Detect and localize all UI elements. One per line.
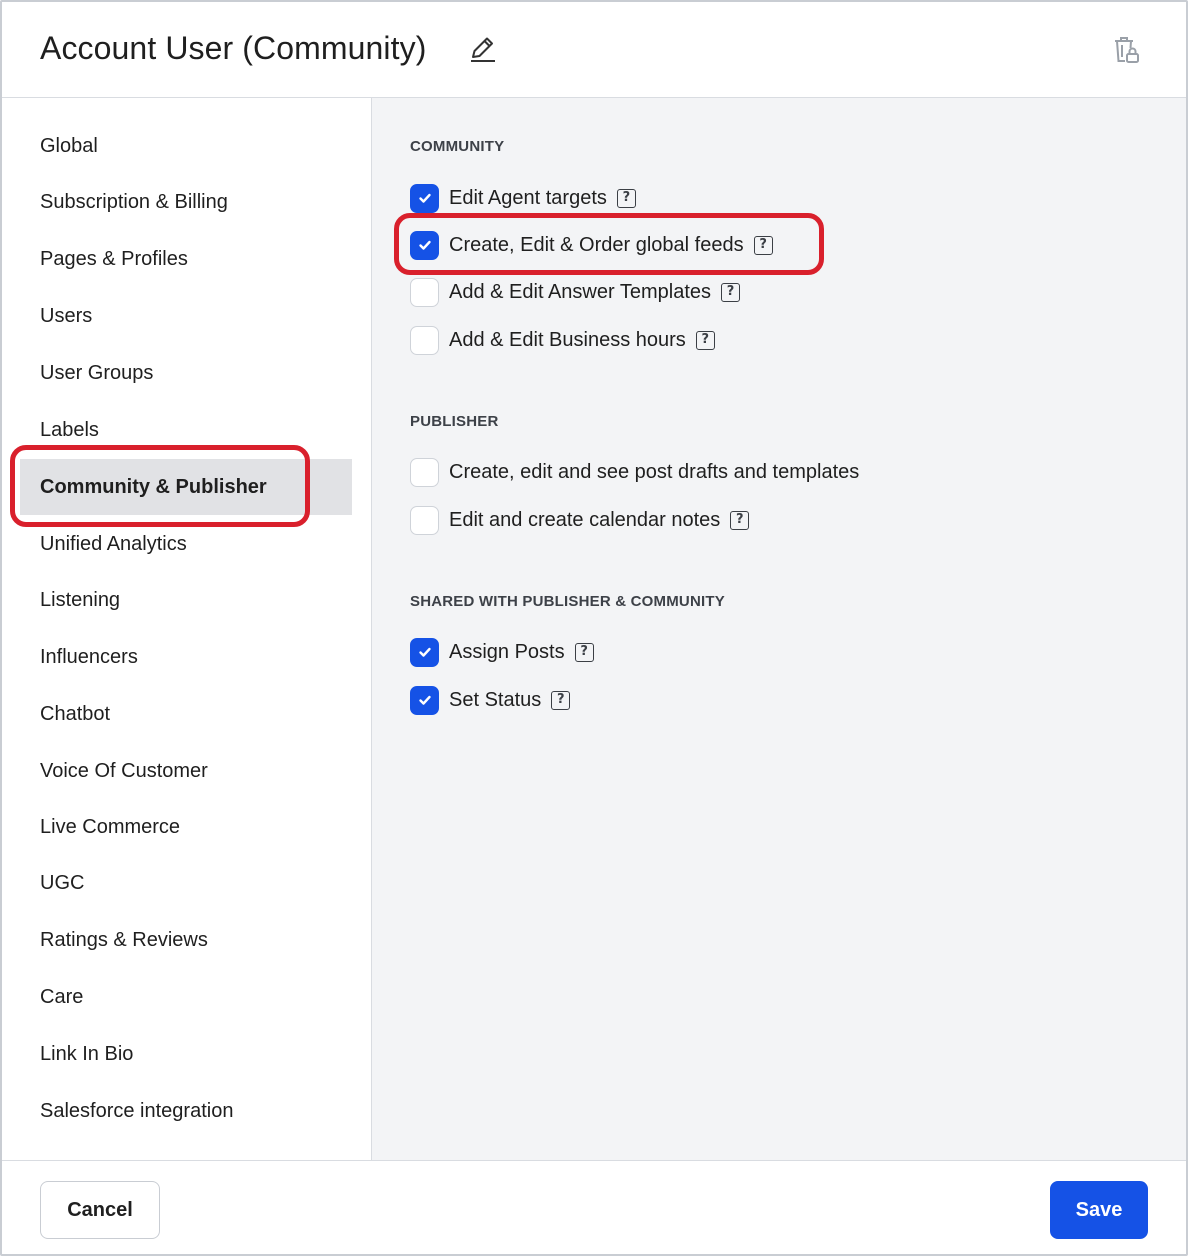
sidebar-item-users[interactable]: Users [20,288,352,344]
permission-label: Create, Edit & Order global feeds [449,233,744,256]
sidebar-item-voice-of-customer[interactable]: Voice Of Customer [20,743,352,799]
checkbox-checked[interactable] [410,685,439,715]
checkbox-unchecked[interactable] [410,325,439,355]
section-title-shared: SHARED WITH PUBLISHER & COMMUNITY [410,593,725,610]
help-icon[interactable]: ? [574,642,594,662]
help-icon[interactable]: ? [616,188,636,208]
sidebar-item-listening[interactable]: Listening [20,572,352,628]
sidebar-item-unified-analytics[interactable]: Unified Analytics [20,516,352,572]
sidebar-item-ratings-reviews[interactable]: Ratings & Reviews [20,912,352,968]
sidebar-item-salesforce-integration[interactable]: Salesforce integration [20,1083,352,1139]
permission-label: Edit Agent targets [449,186,607,209]
checkmark-icon [418,193,431,203]
sidebar-item-user-groups[interactable]: User Groups [20,345,352,401]
permission-label: Create, edit and see post drafts and tem… [449,460,860,483]
checkbox-unchecked[interactable] [410,505,439,535]
permission-label: Assign Posts [449,640,565,663]
permission-assign-posts[interactable]: Assign Posts ? [410,636,594,668]
sidebar-item-pages-profiles[interactable]: Pages & Profiles [20,231,352,287]
sidebar-item-link-in-bio[interactable]: Link In Bio [20,1026,352,1082]
sidebar-item-care[interactable]: Care [20,969,352,1025]
permission-add-edit-answer-templates[interactable]: Add & Edit Answer Templates ? [410,276,740,308]
sidebar-item-live-commerce[interactable]: Live Commerce [20,799,352,855]
pencil-icon[interactable] [468,34,498,64]
help-icon[interactable]: ? [753,235,773,255]
save-button[interactable]: Save [1050,1181,1148,1239]
section-title-publisher: PUBLISHER [410,413,499,430]
help-icon[interactable]: ? [730,510,750,530]
help-icon[interactable]: ? [551,690,571,710]
dialog-footer: Cancel Save [2,1160,1186,1254]
sidebar-item-global[interactable]: Global [20,118,352,174]
permissions-panel: COMMUNITY Edit Agent targets ? Create, E… [372,98,1186,1160]
account-user-dialog: Account User (Community) Global Subscrip… [0,0,1188,1256]
permission-label: Add & Edit Business hours [449,328,686,351]
checkmark-icon [418,240,431,250]
checkbox-unchecked[interactable] [410,277,439,307]
permission-create-edit-order-global-feeds[interactable]: Create, Edit & Order global feeds ? [410,229,773,261]
sidebar-item-labels[interactable]: Labels [20,402,352,458]
help-icon[interactable]: ? [721,282,740,302]
sidebar-item-influencers[interactable]: Influencers [20,629,352,685]
permission-set-status[interactable]: Set Status ? [410,684,571,716]
sidebar-item-chatbot[interactable]: Chatbot [20,686,352,742]
checkbox-unchecked[interactable] [410,457,439,487]
checkmark-icon [418,647,431,657]
permission-edit-agent-targets[interactable]: Edit Agent targets ? [410,182,636,214]
permission-add-edit-business-hours[interactable]: Add & Edit Business hours ? [410,324,715,356]
sidebar-item-community-publisher[interactable]: Community & Publisher [20,459,352,515]
checkbox-checked[interactable] [410,183,439,213]
section-title-community: COMMUNITY [410,138,505,155]
trash-lock-icon[interactable] [1110,34,1142,66]
checkbox-checked[interactable] [410,637,439,667]
sidebar-item-ugc[interactable]: UGC [20,855,352,911]
checkbox-checked[interactable] [410,230,439,260]
permission-calendar-notes[interactable]: Edit and create calendar notes ? [410,504,750,536]
sidebar-item-subscription-billing[interactable]: Subscription & Billing [20,174,352,230]
dialog-header: Account User (Community) [2,2,1186,98]
permission-post-drafts-templates[interactable]: Create, edit and see post drafts and tem… [410,456,859,488]
help-icon[interactable]: ? [695,330,715,350]
checkmark-icon [418,695,431,705]
permissions-sidebar: Global Subscription & Billing Pages & Pr… [2,98,372,1160]
permission-label: Set Status [449,688,542,711]
permission-label: Edit and create calendar notes [449,508,721,531]
cancel-button[interactable]: Cancel [40,1181,160,1239]
permission-label: Add & Edit Answer Templates [449,280,711,303]
dialog-title: Account User (Community) [40,30,427,66]
